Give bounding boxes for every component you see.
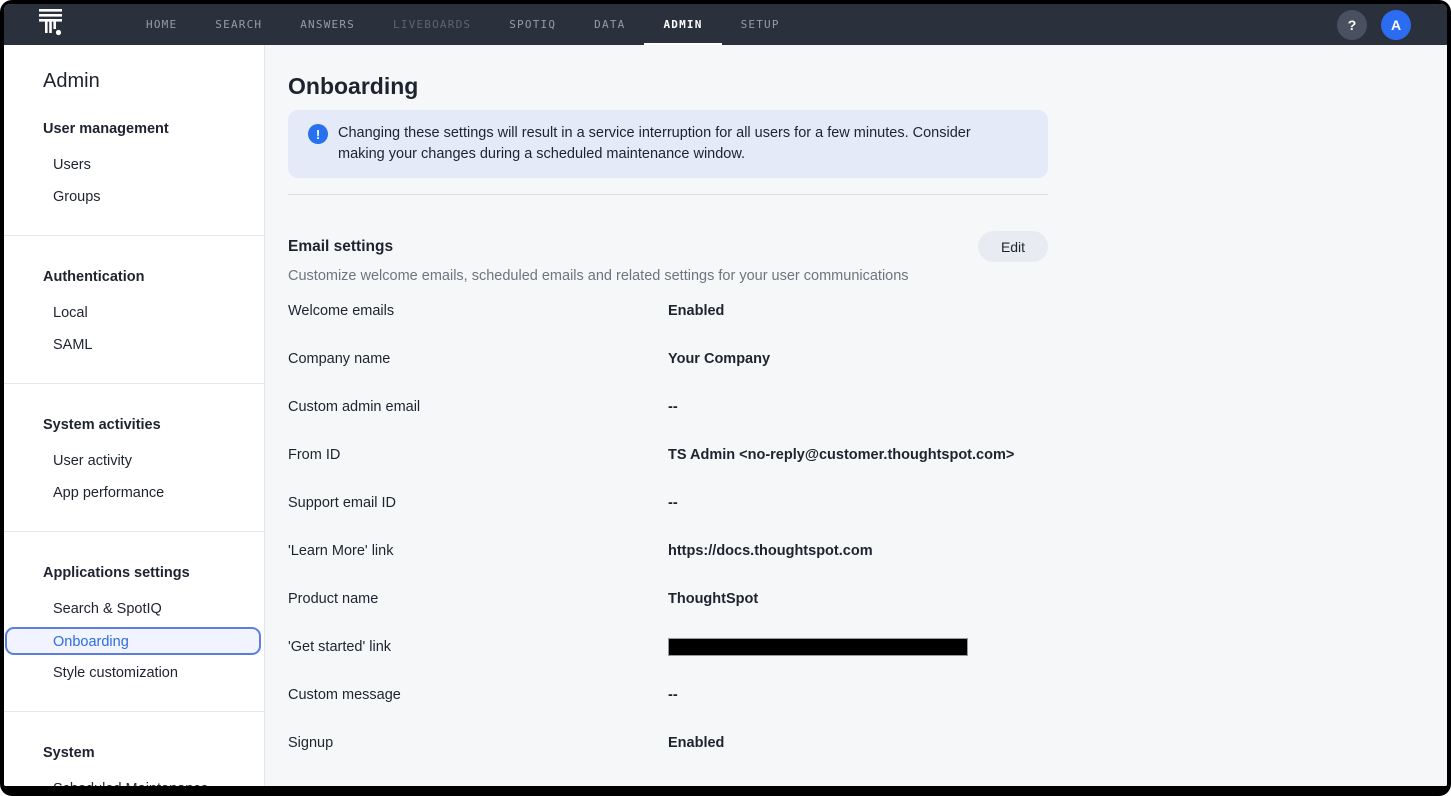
nav-item-liveboards[interactable]: LIVEBOARDS <box>374 4 490 45</box>
email-settings-fields: Welcome emails Enabled Company name Your… <box>288 287 1048 767</box>
sidebar-section-authentication: Authentication Local SAML <box>4 236 264 361</box>
help-button[interactable]: ? <box>1337 10 1367 40</box>
nav-item-spotiq[interactable]: SPOTIQ <box>490 4 575 45</box>
field-value: TS Admin <no-reply@customer.thoughtspot.… <box>668 447 1014 463</box>
redacted-value <box>668 638 968 656</box>
field-row-company-name: Company name Your Company <box>288 335 1048 383</box>
field-label: 'Learn More' link <box>288 543 668 559</box>
field-label: Support email ID <box>288 495 668 511</box>
field-value: -- <box>668 687 678 703</box>
field-value: -- <box>668 399 678 415</box>
service-interruption-banner: ! Changing these settings will result in… <box>288 110 1048 178</box>
user-avatar[interactable]: A <box>1381 10 1411 40</box>
sidebar-section-user-management: User management Users Groups <box>4 119 264 213</box>
email-settings-header: Email settings Edit <box>288 231 1048 262</box>
banner-text: Changing these settings will result in a… <box>338 123 993 165</box>
sidebar-item-saml[interactable]: SAML <box>4 329 264 361</box>
field-label: From ID <box>288 447 668 463</box>
section-heading: Authentication <box>43 267 264 287</box>
field-row-product-name: Product name ThoughtSpot <box>288 575 1048 623</box>
sidebar-item-groups[interactable]: Groups <box>4 181 264 213</box>
field-label: Product name <box>288 591 668 607</box>
sidebar-item-style-customization[interactable]: Style customization <box>4 657 264 689</box>
field-label: 'Get started' link <box>288 639 668 655</box>
field-value: Enabled <box>668 735 724 751</box>
field-label: Signup <box>288 735 668 751</box>
sidebar-section-applications-settings: Applications settings Search & SpotIQ On… <box>4 532 264 689</box>
admin-sidebar: Admin User management Users Groups Authe… <box>4 45 265 786</box>
content-divider <box>288 194 1048 195</box>
sidebar-item-search-spotiq[interactable]: Search & SpotIQ <box>4 593 264 625</box>
sidebar-section-system: System Scheduled Maintenance <box>4 712 264 786</box>
field-row-from-id: From ID TS Admin <no-reply@customer.thou… <box>288 431 1048 479</box>
field-row-custom-message: Custom message -- <box>288 671 1048 719</box>
sidebar-item-scheduled-maintenance[interactable]: Scheduled Maintenance <box>4 773 264 786</box>
onboarding-main: Onboarding ! Changing these settings wil… <box>265 45 1447 786</box>
question-mark-icon: ? <box>1348 17 1357 33</box>
nav-right: ? A <box>1337 4 1411 45</box>
thoughtspot-logo-icon <box>38 7 63 42</box>
field-value: -- <box>668 495 678 511</box>
sidebar-item-app-performance[interactable]: App performance <box>4 477 264 509</box>
edit-button[interactable]: Edit <box>978 231 1048 262</box>
nav-items: HOME SEARCH ANSWERS LIVEBOARDS SPOTIQ DA… <box>127 4 799 45</box>
thoughtspot-logo[interactable] <box>38 4 63 45</box>
field-value: https://docs.thoughtspot.com <box>668 543 873 559</box>
nav-item-setup[interactable]: SETUP <box>722 4 799 45</box>
sidebar-item-local[interactable]: Local <box>4 297 264 329</box>
field-row-learn-more-link: 'Learn More' link https://docs.thoughtsp… <box>288 527 1048 575</box>
field-row-support-email-id: Support email ID -- <box>288 479 1048 527</box>
section-heading: System activities <box>43 415 264 435</box>
thoughtspot-app: HOME SEARCH ANSWERS LIVEBOARDS SPOTIQ DA… <box>4 4 1447 786</box>
nav-item-admin[interactable]: ADMIN <box>644 4 721 45</box>
section-heading: Applications settings <box>43 563 264 583</box>
field-label: Custom message <box>288 687 668 703</box>
info-exclamation-icon: ! <box>308 124 328 144</box>
page-title: Onboarding <box>288 72 1447 100</box>
field-value: Your Company <box>668 351 770 367</box>
field-row-custom-admin-email: Custom admin email -- <box>288 383 1048 431</box>
email-settings-heading: Email settings <box>288 238 393 256</box>
top-nav: HOME SEARCH ANSWERS LIVEBOARDS SPOTIQ DA… <box>4 4 1447 45</box>
section-heading: System <box>43 743 264 763</box>
field-value: Enabled <box>668 303 724 319</box>
nav-item-search[interactable]: SEARCH <box>196 4 281 45</box>
field-label: Custom admin email <box>288 399 668 415</box>
screenshot-frame: HOME SEARCH ANSWERS LIVEBOARDS SPOTIQ DA… <box>0 0 1451 796</box>
email-settings-subtitle: Customize welcome emails, scheduled emai… <box>288 268 1447 284</box>
field-row-signup: Signup Enabled <box>288 719 1048 767</box>
field-row-welcome-emails: Welcome emails Enabled <box>288 287 1048 335</box>
avatar-initial: A <box>1391 17 1401 33</box>
field-value: ThoughtSpot <box>668 591 758 607</box>
field-label: Company name <box>288 351 668 367</box>
field-row-get-started-link: 'Get started' link <box>288 623 1048 671</box>
nav-item-home[interactable]: HOME <box>127 4 196 45</box>
sidebar-title: Admin <box>43 70 264 93</box>
field-label: Welcome emails <box>288 303 668 319</box>
nav-item-answers[interactable]: ANSWERS <box>281 4 374 45</box>
sidebar-item-onboarding[interactable]: Onboarding <box>5 627 261 655</box>
section-heading: User management <box>43 119 264 139</box>
page-body: Admin User management Users Groups Authe… <box>4 45 1447 786</box>
sidebar-section-system-activities: System activities User activity App perf… <box>4 384 264 509</box>
sidebar-item-user-activity[interactable]: User activity <box>4 445 264 477</box>
sidebar-item-users[interactable]: Users <box>4 149 264 181</box>
nav-item-data[interactable]: DATA <box>575 4 644 45</box>
